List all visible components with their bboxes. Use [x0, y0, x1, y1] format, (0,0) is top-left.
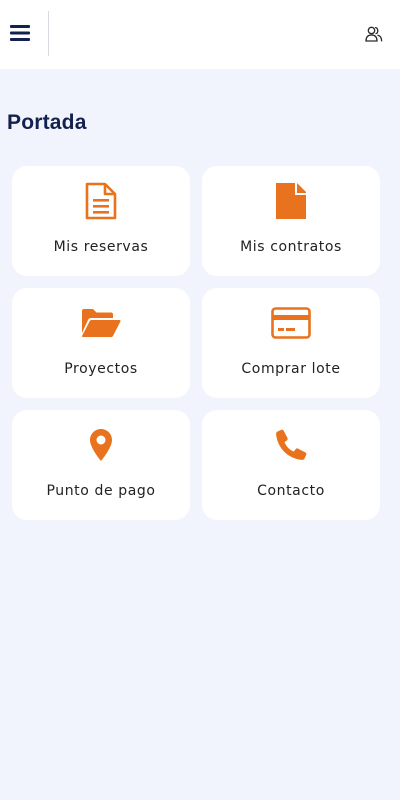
credit-card-icon — [271, 307, 311, 339]
folder-open-icon — [82, 309, 121, 337]
card-proyectos[interactable]: Proyectos — [12, 288, 190, 398]
card-label: Contacto — [257, 483, 325, 499]
hamburger-menu-icon — [10, 25, 30, 41]
card-label: Mis reservas — [53, 239, 149, 255]
document-lines-icon — [85, 182, 117, 220]
menu-button[interactable] — [0, 10, 40, 56]
card-label: Comprar lote — [241, 361, 341, 377]
map-pin-icon — [90, 429, 112, 461]
account-button[interactable] — [360, 20, 388, 48]
card-label: Proyectos — [64, 361, 138, 377]
menu-grid: Mis reservas Mis contratos Proyectos Com… — [12, 166, 381, 520]
card-punto-de-pago[interactable]: Punto de pago — [12, 410, 190, 520]
header-divider — [48, 11, 49, 56]
app-screen: Portada Mis reservas Mis contratos Proye… — [0, 0, 400, 800]
top-app-bar — [0, 0, 400, 69]
card-contacto[interactable]: Contacto — [202, 410, 380, 520]
card-label: Punto de pago — [46, 483, 156, 499]
page-title: Portada — [7, 111, 87, 134]
card-label: Mis contratos — [240, 239, 342, 255]
file-solid-icon — [276, 183, 306, 219]
users-icon — [365, 26, 383, 42]
card-mis-reservas[interactable]: Mis reservas — [12, 166, 190, 276]
phone-icon — [276, 429, 307, 460]
card-comprar-lote[interactable]: Comprar lote — [202, 288, 380, 398]
card-mis-contratos[interactable]: Mis contratos — [202, 166, 380, 276]
